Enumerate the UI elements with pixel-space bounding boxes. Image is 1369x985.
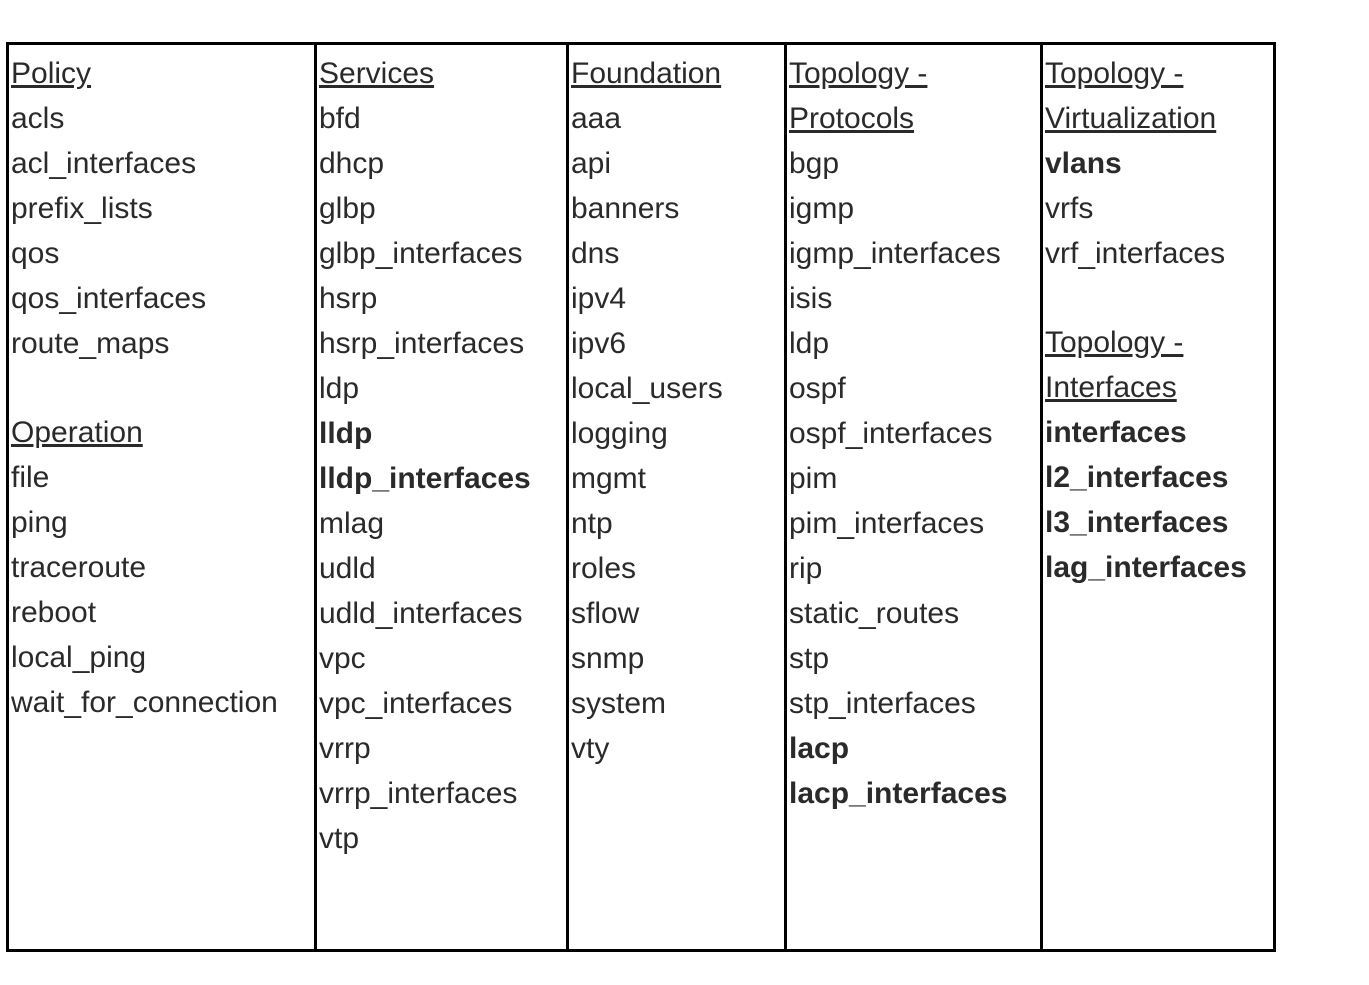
list-item: api	[569, 141, 784, 186]
list-item: lacp	[787, 726, 1040, 771]
list-item: hsrp_interfaces	[317, 321, 566, 366]
column-4: Topology - Protocolsbgpigmpigmp_interfac…	[787, 45, 1043, 949]
list-item: pim_interfaces	[787, 501, 1040, 546]
list-item: ldp	[317, 366, 566, 411]
list-item: mlag	[317, 501, 566, 546]
list-item: roles	[569, 546, 784, 591]
list-item: lldp_interfaces	[317, 456, 566, 501]
list-item: vtp	[317, 816, 566, 861]
list-item: banners	[569, 186, 784, 231]
list-item: dhcp	[317, 141, 566, 186]
list-item: logging	[569, 411, 784, 456]
section-gap	[1043, 276, 1273, 320]
list-item: l3_interfaces	[1043, 500, 1273, 545]
list-item: ipv4	[569, 276, 784, 321]
list-item: ping	[9, 500, 314, 545]
list-item: aaa	[569, 96, 784, 141]
section-heading: Topology - Virtualization	[1043, 51, 1273, 141]
list-item: stp	[787, 636, 1040, 681]
list-item: lag_interfaces	[1043, 545, 1273, 590]
list-item: vrf_interfaces	[1043, 231, 1273, 276]
section-heading: Policy	[9, 51, 314, 96]
list-item: vrfs	[1043, 186, 1273, 231]
list-item: glbp	[317, 186, 566, 231]
list-item: l2_interfaces	[1043, 455, 1273, 500]
list-item: vlans	[1043, 141, 1273, 186]
list-item: interfaces	[1043, 410, 1273, 455]
list-item: qos	[9, 231, 314, 276]
list-item: route_maps	[9, 321, 314, 366]
list-item: ospf_interfaces	[787, 411, 1040, 456]
list-item: bfd	[317, 96, 566, 141]
list-item: prefix_lists	[9, 186, 314, 231]
list-item: acls	[9, 96, 314, 141]
list-item: dns	[569, 231, 784, 276]
list-item: udld_interfaces	[317, 591, 566, 636]
column-1: Policyaclsacl_interfacesprefix_listsqosq…	[9, 45, 317, 949]
list-item: stp_interfaces	[787, 681, 1040, 726]
section-heading: Topology - Protocols	[787, 51, 1040, 141]
list-item: acl_interfaces	[9, 141, 314, 186]
list-item: wait_for_connection	[9, 680, 314, 725]
list-item: lacp_interfaces	[787, 771, 1040, 816]
list-item: vrrp_interfaces	[317, 771, 566, 816]
list-item: local_users	[569, 366, 784, 411]
list-item: system	[569, 681, 784, 726]
reference-table: Policyaclsacl_interfacesprefix_listsqosq…	[6, 42, 1276, 952]
list-item: rip	[787, 546, 1040, 591]
list-item: ipv6	[569, 321, 784, 366]
list-item: bgp	[787, 141, 1040, 186]
section-heading: Services	[317, 51, 566, 96]
list-item: glbp_interfaces	[317, 231, 566, 276]
list-item: pim	[787, 456, 1040, 501]
list-item: vpc_interfaces	[317, 681, 566, 726]
list-item: traceroute	[9, 545, 314, 590]
list-item: hsrp	[317, 276, 566, 321]
list-item: qos_interfaces	[9, 276, 314, 321]
list-item: sflow	[569, 591, 784, 636]
list-item: lldp	[317, 411, 566, 456]
section-heading: Topology - Interfaces	[1043, 320, 1273, 410]
list-item: vrrp	[317, 726, 566, 771]
list-item: local_ping	[9, 635, 314, 680]
list-item: ospf	[787, 366, 1040, 411]
section-heading: Foundation	[569, 51, 784, 96]
column-2: Servicesbfddhcpglbpglbp_interfaceshsrphs…	[317, 45, 569, 949]
list-item: igmp_interfaces	[787, 231, 1040, 276]
list-item: snmp	[569, 636, 784, 681]
list-item: ldp	[787, 321, 1040, 366]
list-item: isis	[787, 276, 1040, 321]
section-heading: Operation	[9, 410, 314, 455]
section-gap	[9, 366, 314, 410]
list-item: reboot	[9, 590, 314, 635]
list-item: udld	[317, 546, 566, 591]
list-item: static_routes	[787, 591, 1040, 636]
list-item: igmp	[787, 186, 1040, 231]
list-item: vty	[569, 726, 784, 771]
list-item: file	[9, 455, 314, 500]
column-3: Foundationaaaapibannersdnsipv4ipv6local_…	[569, 45, 787, 949]
list-item: ntp	[569, 501, 784, 546]
list-item: vpc	[317, 636, 566, 681]
column-5: Topology - Virtualizationvlansvrfsvrf_in…	[1043, 45, 1273, 949]
list-item: mgmt	[569, 456, 784, 501]
